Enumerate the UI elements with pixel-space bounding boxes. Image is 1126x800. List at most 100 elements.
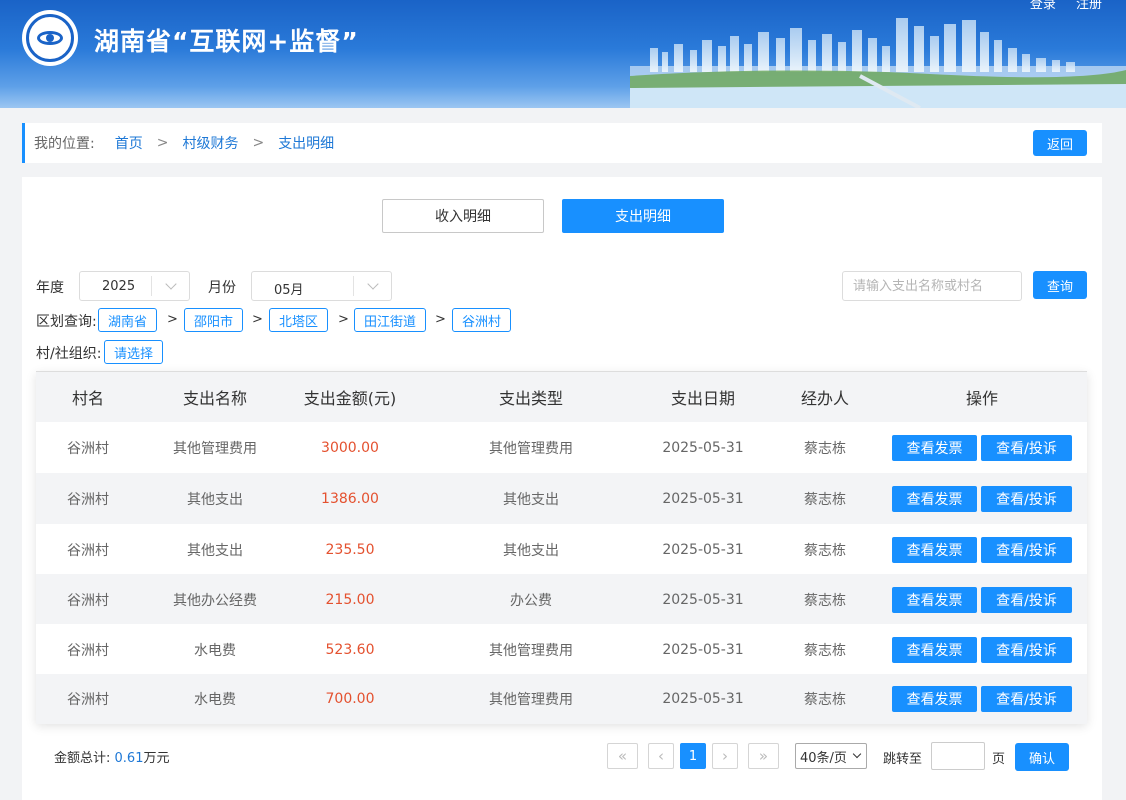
breadcrumb-home[interactable]: 首页: [115, 133, 143, 153]
site-header: 湖南省“互联网+监督” 登录 注册: [0, 0, 1126, 108]
handler-cell: 蔡志栋: [804, 642, 846, 659]
back-button[interactable]: 返回: [1033, 130, 1087, 156]
expense-name-cell: 其他管理费用: [173, 440, 257, 457]
column-header-amount: 支出金额(元): [303, 389, 397, 408]
breadcrumb: 我的位置: 首页 > 村级财务 > 支出明细 返回: [22, 123, 1102, 163]
actions-cell: 查看发票 查看/投诉: [882, 473, 1082, 524]
table-row: 谷洲村 其他支出 235.50 其他支出 2025-05-31 蔡志栋 查看发票…: [36, 524, 1087, 575]
breadcrumb-separator: >: [252, 135, 265, 151]
org-select-tag[interactable]: 请选择: [104, 340, 164, 364]
region-separator: >: [252, 312, 263, 327]
view-invoice-button[interactable]: 查看发票: [892, 434, 977, 461]
first-page-button[interactable]: «: [607, 743, 638, 769]
amount-cell: 523.60: [325, 641, 375, 658]
view-complaint-button[interactable]: 查看/投诉: [981, 536, 1072, 563]
tab-expense-detail[interactable]: 支出明细: [562, 199, 724, 233]
expense-name-cell: 其他办公经费: [173, 592, 257, 609]
region-village-tag[interactable]: 谷洲村: [452, 308, 512, 332]
date-cell: 2025-05-31: [662, 439, 744, 456]
column-header-handler: 经办人: [800, 389, 849, 408]
breadcrumb-label: 我的位置:: [34, 136, 95, 152]
date-cell: 2025-05-31: [662, 490, 744, 507]
year-select[interactable]: 2025: [79, 271, 190, 301]
actions-cell: 查看发票 查看/投诉: [882, 674, 1082, 724]
column-header-village: 村名: [71, 389, 104, 408]
table-row: 谷洲村 其他支出 1386.00 其他支出 2025-05-31 蔡志栋 查看发…: [36, 473, 1087, 524]
next-page-button[interactable]: ›: [712, 743, 738, 769]
table-row: 谷洲村 水电费 523.60 其他管理费用 2025-05-31 蔡志栋 查看发…: [36, 624, 1087, 675]
view-complaint-button[interactable]: 查看/投诉: [981, 686, 1072, 712]
column-header-date: 支出日期: [670, 389, 735, 408]
chevron-down-icon: [852, 749, 862, 759]
region-province-tag[interactable]: 湖南省: [98, 308, 158, 332]
village-cell: 谷洲村: [67, 542, 109, 559]
village-cell: 谷洲村: [67, 491, 109, 508]
date-cell: 2025-05-31: [662, 541, 744, 558]
amount-cell: 3000.00: [321, 439, 379, 456]
month-select[interactable]: 05月: [251, 271, 392, 301]
tab-income-detail[interactable]: 收入明细: [382, 199, 544, 233]
site-logo[interactable]: [22, 10, 78, 66]
date-cell: 2025-05-31: [662, 591, 744, 608]
chevron-down-icon: [353, 276, 391, 296]
expense-type-cell: 其他管理费用: [489, 440, 573, 457]
village-cell: 谷洲村: [67, 440, 109, 457]
amount-cell: 1386.00: [321, 490, 379, 507]
query-button[interactable]: 查询: [1033, 271, 1087, 299]
view-invoice-button[interactable]: 查看发票: [892, 686, 977, 712]
village-cell: 谷洲村: [67, 592, 109, 609]
top-links: 登录 注册: [1014, 0, 1102, 12]
handler-cell: 蔡志栋: [804, 542, 846, 559]
date-cell: 2025-05-31: [662, 641, 744, 658]
region-city-tag[interactable]: 邵阳市: [184, 308, 244, 332]
view-complaint-button[interactable]: 查看/投诉: [981, 485, 1072, 512]
view-invoice-button[interactable]: 查看发票: [892, 586, 977, 613]
breadcrumb-village-finance[interactable]: 村级财务: [182, 133, 238, 153]
register-link[interactable]: 注册: [1076, 0, 1102, 12]
region-district-tag[interactable]: 北塔区: [269, 308, 329, 332]
expense-name-cell: 水电费: [194, 692, 236, 708]
view-complaint-button[interactable]: 查看/投诉: [981, 434, 1072, 461]
view-invoice-button[interactable]: 查看发票: [892, 536, 977, 563]
handler-cell: 蔡志栋: [804, 692, 846, 708]
total-unit: 万元: [143, 751, 170, 766]
month-label: 月份: [208, 280, 236, 296]
breadcrumb-separator: >: [156, 135, 169, 151]
column-header-name: 支出名称: [182, 389, 247, 408]
column-header-type: 支出类型: [498, 389, 563, 408]
expense-type-cell: 办公费: [510, 592, 552, 609]
expense-type-cell: 其他管理费用: [489, 692, 573, 708]
eye-pupil: [46, 34, 54, 42]
actions-cell: 查看发票 查看/投诉: [882, 422, 1082, 473]
date-cell: 2025-05-31: [662, 691, 744, 707]
chevron-down-icon: [151, 276, 189, 296]
total-value: 0.61: [114, 751, 144, 766]
last-page-button[interactable]: »: [748, 743, 779, 769]
prev-page-button[interactable]: ‹: [648, 743, 674, 769]
region-separator: >: [435, 312, 446, 327]
expense-type-cell: 其他管理费用: [489, 642, 573, 659]
table-row: 谷洲村 水电费 700.00 其他管理费用 2025-05-31 蔡志栋 查看发…: [36, 674, 1087, 724]
view-invoice-button[interactable]: 查看发票: [892, 485, 977, 512]
login-link[interactable]: 登录: [1030, 0, 1056, 12]
expense-name-cell: 水电费: [194, 642, 236, 659]
jump-label: 跳转至: [883, 752, 923, 767]
expense-name-cell: 其他支出: [187, 542, 243, 559]
jump-page-input[interactable]: [931, 742, 985, 770]
actions-cell: 查看发票 查看/投诉: [882, 524, 1082, 575]
view-complaint-button[interactable]: 查看/投诉: [981, 636, 1072, 663]
expense-table: 村名 支出名称 支出金额(元) 支出类型 支出日期 经办人 操作 谷洲村 其他管…: [36, 371, 1087, 724]
view-invoice-button[interactable]: 查看发票: [892, 636, 977, 663]
table-header-row: 村名 支出名称 支出金额(元) 支出类型 支出日期 经办人 操作: [36, 372, 1087, 422]
breadcrumb-expense-detail[interactable]: 支出明细: [278, 133, 334, 153]
amount-cell: 215.00: [325, 591, 375, 608]
region-street-tag[interactable]: 田江街道: [354, 308, 427, 332]
page-size-select[interactable]: 40条/页: [795, 743, 867, 769]
column-header-actions: 操作: [965, 389, 998, 408]
search-input[interactable]: [842, 271, 1022, 301]
view-complaint-button[interactable]: 查看/投诉: [981, 586, 1072, 613]
confirm-jump-button[interactable]: 确认: [1015, 743, 1069, 771]
year-label: 年度: [36, 280, 64, 296]
expense-type-cell: 其他支出: [503, 491, 559, 508]
page-1-button[interactable]: 1: [680, 743, 706, 769]
